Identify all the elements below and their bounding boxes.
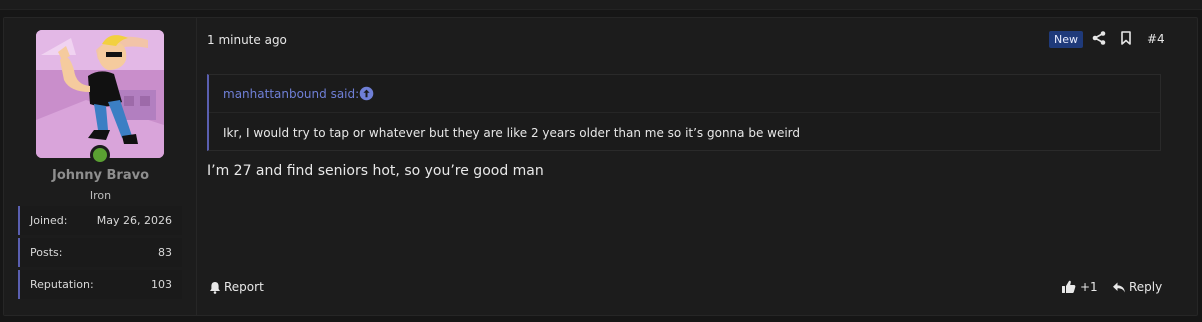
stat-reputation: Reputation: 103 [18,270,182,299]
stat-value: May 26, 2026 [96,214,172,227]
reaction-summary[interactable]: +1 [1061,280,1098,294]
stat-value: 83 [158,246,172,259]
stat-label: Joined: [30,214,68,227]
quote-text: Ikr, I would try to tap or whatever but … [223,126,801,140]
share-icon[interactable] [1091,30,1107,46]
user-rank-title: Iron [89,189,112,202]
avatar-image [36,30,164,158]
reply-button[interactable]: Reply [1112,280,1162,294]
post-number-link[interactable]: #4 [1147,32,1165,46]
bell-icon [210,281,220,294]
forum-post: Johnny Bravo Iron Joined: May 26, 2026 P… [3,17,1198,316]
arrow-up-circle-icon[interactable] [359,86,374,101]
report-label: Report [224,280,264,294]
stat-posts: Posts: 83 [18,238,182,267]
stat-label: Reputation: [30,278,94,291]
stat-joined: Joined: May 26, 2026 [18,206,182,235]
online-status-icon [90,145,110,165]
new-badge: New [1049,31,1083,48]
previous-post-edge [0,0,1202,10]
user-info-panel: Johnny Bravo Iron Joined: May 26, 2026 P… [4,18,197,315]
bookmark-icon[interactable] [1118,30,1134,46]
reply-label: Reply [1129,280,1163,294]
quote-author-link[interactable]: manhattanbound said: [223,87,359,101]
thumbs-up-icon [1062,280,1076,293]
stat-label: Posts: [30,246,63,259]
user-avatar[interactable] [36,30,164,158]
post-timestamp[interactable]: 1 minute ago [207,33,287,47]
stat-value: 103 [151,278,172,291]
quote-header: manhattanbound said: [209,75,1160,113]
report-button[interactable]: Report [209,280,264,294]
reaction-count: +1 [1080,280,1098,294]
reply-arrow-icon [1113,282,1125,292]
quote-block: manhattanbound said: Ikr, I would try to… [207,74,1161,151]
post-body-text: I’m 27 and find seniors hot, so you’re g… [207,163,544,179]
username[interactable]: Johnny Bravo [4,168,197,183]
